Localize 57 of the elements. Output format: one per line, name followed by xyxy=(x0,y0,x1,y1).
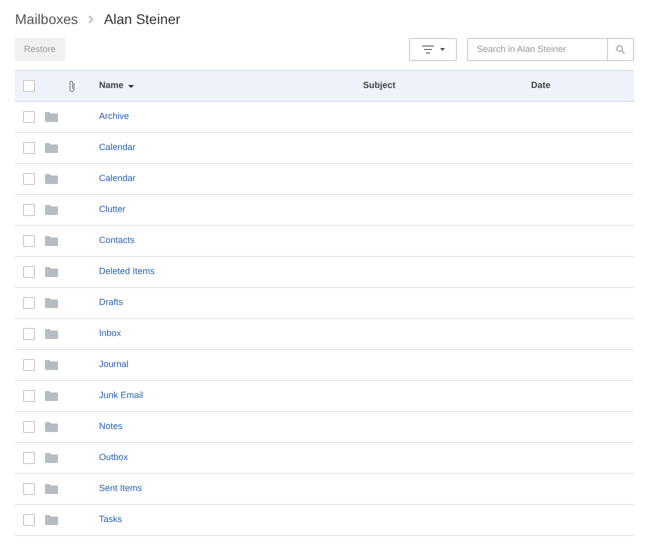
folder-link[interactable]: Sent Items xyxy=(99,483,142,494)
paperclip-icon xyxy=(68,80,76,92)
checkbox[interactable] xyxy=(23,173,35,185)
search-field[interactable]: Search in Alan Steiner xyxy=(467,38,607,61)
folder-icon xyxy=(45,174,58,184)
folder-link[interactable]: Calendar xyxy=(99,142,136,152)
sort-caret-icon xyxy=(128,84,134,88)
folder-icon xyxy=(45,453,58,463)
breadcrumb-current: Alan Steiner xyxy=(104,10,180,28)
folder-link[interactable]: Drafts xyxy=(99,297,124,308)
folder-link[interactable]: Notes xyxy=(99,421,123,432)
breadcrumb-link[interactable]: Mailboxes xyxy=(15,8,78,30)
column-header[interactable]: Subject xyxy=(363,79,396,93)
checkbox[interactable] xyxy=(23,514,35,526)
folder-link[interactable]: Outbox xyxy=(99,452,128,462)
filter-icon xyxy=(422,45,434,54)
folder-icon xyxy=(45,267,58,277)
checkbox[interactable] xyxy=(23,452,35,464)
caret-icon xyxy=(440,48,444,51)
folder-icon xyxy=(45,515,58,525)
folder-link[interactable]: Contacts xyxy=(99,235,135,246)
folder-icon xyxy=(45,143,58,153)
folder-icon xyxy=(45,391,58,401)
search-icon xyxy=(616,45,625,54)
folder-link[interactable]: Clutter xyxy=(99,204,126,214)
column-header[interactable]: Name xyxy=(99,79,134,93)
checkbox[interactable] xyxy=(23,235,35,247)
folder-icon xyxy=(45,360,58,370)
folder-link[interactable]: Junk Email xyxy=(99,390,144,400)
folder-icon xyxy=(45,484,58,494)
checkbox[interactable] xyxy=(23,483,35,495)
checkbox[interactable] xyxy=(23,297,35,309)
checkbox[interactable] xyxy=(23,266,35,278)
checkbox[interactable] xyxy=(23,328,35,340)
folder-icon xyxy=(45,112,58,122)
chevron-icon xyxy=(88,14,94,24)
folder-link[interactable]: Journal xyxy=(99,359,129,370)
folder-icon xyxy=(45,329,58,339)
folder-link[interactable]: Deleted Items xyxy=(99,266,155,276)
folder-icon xyxy=(45,422,58,432)
checkbox[interactable] xyxy=(23,390,35,402)
folder-icon xyxy=(45,205,58,215)
column-header[interactable]: Date xyxy=(531,79,551,93)
folder-link[interactable]: Archive xyxy=(99,111,130,122)
folder-icon xyxy=(45,298,58,308)
checkbox[interactable] xyxy=(23,142,35,154)
checkbox[interactable] xyxy=(23,204,35,216)
checkbox[interactable] xyxy=(23,421,35,433)
folder-icon xyxy=(45,236,58,246)
search-button[interactable] xyxy=(607,38,634,61)
checkbox[interactable] xyxy=(23,359,35,371)
checkbox[interactable] xyxy=(23,111,35,123)
folder-link[interactable]: Inbox xyxy=(99,328,122,338)
folder-link[interactable]: Tasks xyxy=(99,514,122,524)
filter-button[interactable] xyxy=(409,38,457,61)
checkbox[interactable] xyxy=(23,80,35,92)
folder-link[interactable]: Calendar xyxy=(99,173,136,184)
